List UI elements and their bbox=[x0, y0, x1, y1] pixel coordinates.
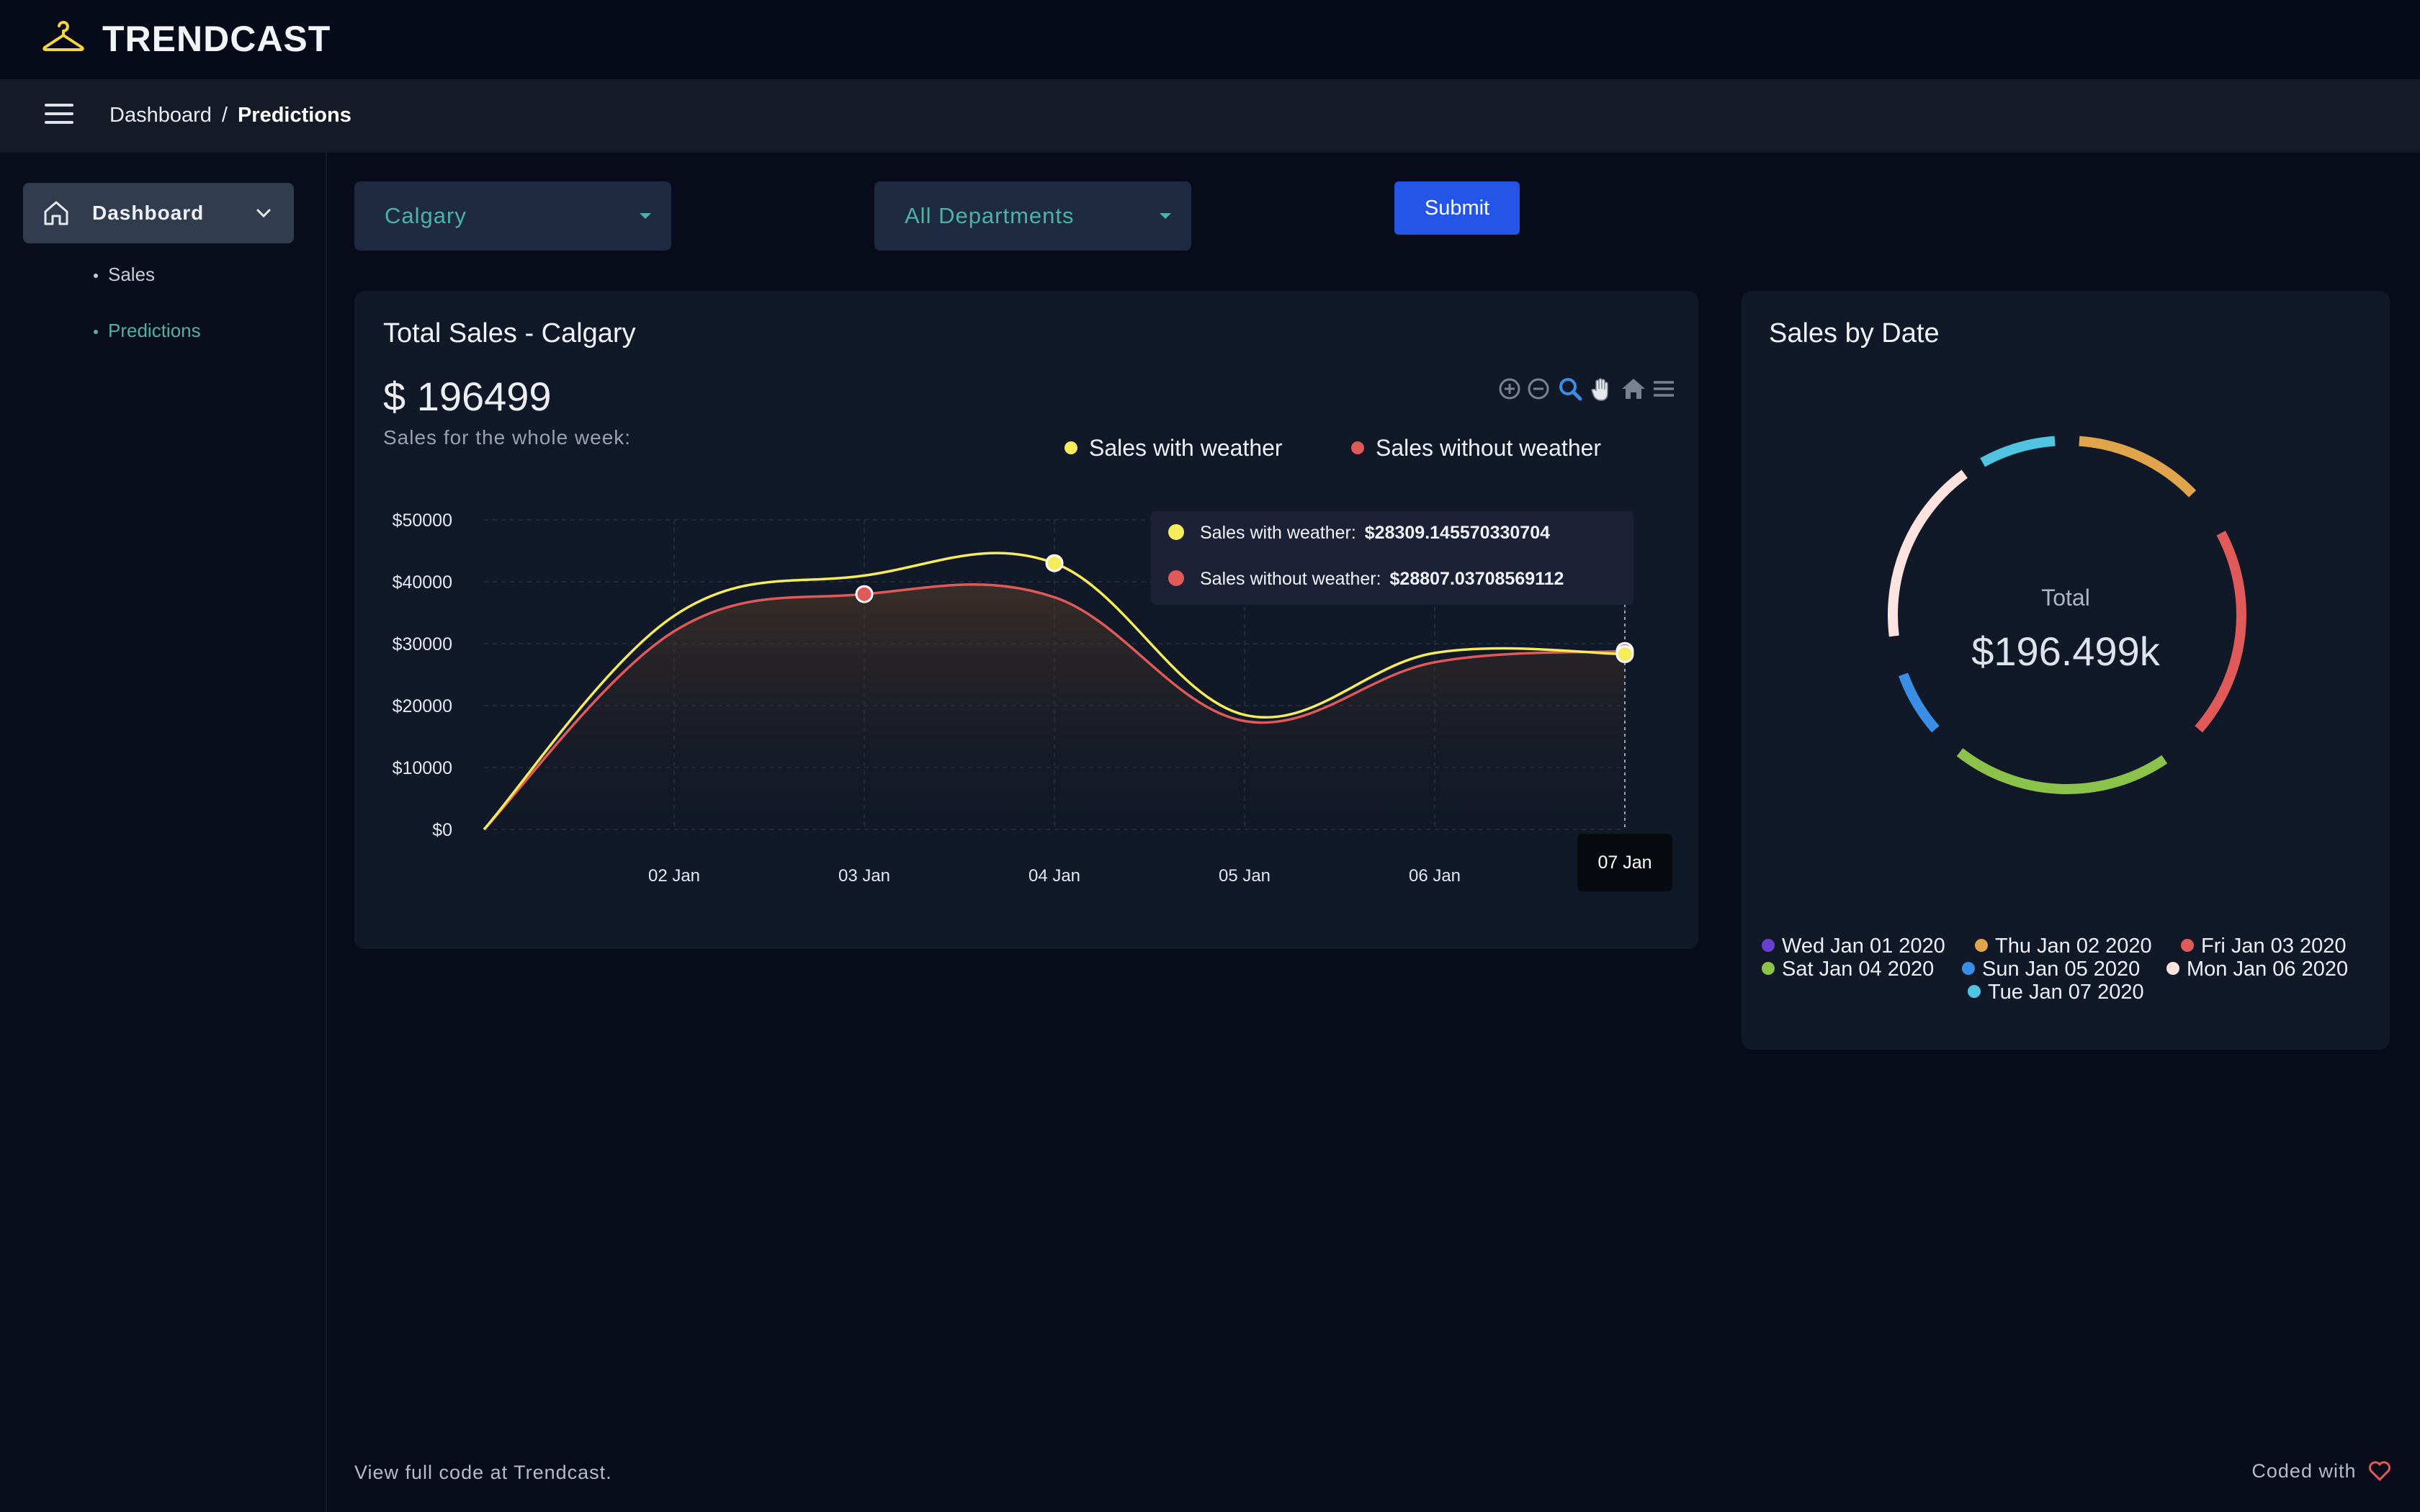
legend-dot-icon bbox=[2181, 939, 2194, 953]
legend-label: Mon Jan 06 2020 bbox=[2187, 958, 2349, 981]
donut-segment[interactable] bbox=[1899, 672, 1940, 733]
bullet-icon bbox=[94, 330, 98, 335]
x-hover-label-text: 07 Jan bbox=[1597, 852, 1652, 873]
sidebar-item-label: Predictions bbox=[108, 320, 201, 341]
x-tick-label: 06 Jan bbox=[1409, 866, 1461, 886]
tooltip-value: $28309.145570330704 bbox=[1364, 523, 1550, 543]
sidebar-item-label: Sales bbox=[108, 264, 156, 285]
legend-dot-icon bbox=[1762, 962, 1775, 976]
donut-segment[interactable] bbox=[1888, 469, 1968, 637]
legend-label: Wed Jan 01 2020 bbox=[1782, 935, 1945, 958]
sales-by-date-card: Sales by Date Total $196.499k Wed Jan 01… bbox=[1742, 291, 2390, 1050]
total-sales-card: Total Sales - Calgary $ 196499 Sales for… bbox=[354, 291, 1698, 949]
footer-credit: Coded with bbox=[2251, 1460, 2391, 1483]
sidebar-item-label: Dashboard bbox=[92, 202, 205, 224]
legend-label: Fri Jan 03 2020 bbox=[2201, 935, 2347, 958]
tooltip-row-without-weather: Sales without weather: $28807.03708569112 bbox=[1168, 569, 1564, 590]
y-tick-label: $0 bbox=[432, 820, 452, 840]
data-point-marker bbox=[1615, 645, 1634, 664]
sub-header: Dashboard / Predictions bbox=[0, 79, 2420, 153]
donut-center-value: $196.499k bbox=[1971, 629, 2160, 674]
donut-legend-item[interactable]: Thu Jan 02 2020 bbox=[1975, 935, 2152, 958]
y-tick-label: $10000 bbox=[393, 758, 452, 778]
footer-credit-text: Coded with bbox=[2251, 1460, 2357, 1482]
tooltip-dot-icon bbox=[1168, 524, 1184, 541]
footer-code-link[interactable]: View full code at Trendcast. bbox=[354, 1462, 612, 1484]
breadcrumb: Dashboard / Predictions bbox=[109, 104, 351, 127]
breadcrumb-separator: / bbox=[221, 104, 228, 127]
legend-dot-icon bbox=[1962, 962, 1975, 976]
y-tick-label: $30000 bbox=[393, 634, 452, 654]
chevron-down-icon[interactable] bbox=[255, 204, 272, 222]
legend-label: Sun Jan 05 2020 bbox=[1982, 958, 2141, 981]
y-tick-label: $50000 bbox=[393, 510, 452, 531]
bullet-icon bbox=[94, 274, 98, 279]
app-name: TRENDCAST bbox=[102, 19, 331, 59]
donut-legend-item[interactable]: Tue Jan 07 2020 bbox=[1968, 981, 2144, 1004]
breadcrumb-current: Predictions bbox=[237, 104, 351, 127]
donut-legend-item[interactable]: Sun Jan 05 2020 bbox=[1962, 958, 2140, 981]
home-icon bbox=[44, 201, 68, 225]
sales-donut-chart[interactable] bbox=[1742, 291, 2390, 795]
breadcrumb-dashboard[interactable]: Dashboard bbox=[109, 104, 212, 127]
department-select[interactable]: All Departments bbox=[874, 181, 1191, 251]
department-select-value: All Departments bbox=[905, 203, 1075, 228]
x-hover-label: 07 Jan bbox=[1577, 834, 1672, 891]
submit-button[interactable]: Submit bbox=[1394, 181, 1520, 235]
chart-tooltip: Sales with weather: $28309.145570330704 S… bbox=[1151, 511, 1634, 605]
y-tick-label: $40000 bbox=[393, 572, 452, 593]
tooltip-row-with-weather: Sales with weather: $28309.145570330704 bbox=[1168, 523, 1550, 544]
caret-down-icon bbox=[1160, 213, 1171, 219]
x-tick-label: 05 Jan bbox=[1219, 866, 1270, 886]
donut-segment[interactable] bbox=[1956, 748, 2168, 794]
city-select[interactable]: Calgary bbox=[354, 181, 671, 251]
tooltip-dot-icon bbox=[1168, 570, 1184, 587]
legend-dot-icon bbox=[1762, 939, 1775, 953]
donut-segment[interactable] bbox=[1980, 436, 2056, 467]
hanger-logo-icon bbox=[42, 21, 84, 51]
sales-area-fill bbox=[484, 584, 1625, 829]
x-tick-label: 02 Jan bbox=[648, 866, 700, 886]
x-tick-label: 03 Jan bbox=[838, 866, 890, 886]
sidebar-item-predictions[interactable]: Predictions bbox=[94, 320, 201, 342]
legend-label: Thu Jan 02 2020 bbox=[1995, 935, 2152, 958]
legend-dot-icon bbox=[1975, 939, 1988, 953]
brand[interactable]: TRENDCAST bbox=[40, 16, 331, 62]
tooltip-label: Sales without weather: bbox=[1200, 569, 1381, 589]
donut-legend-item[interactable]: Fri Jan 03 2020 bbox=[2181, 935, 2347, 958]
sidebar: Dashboard Sales Predictions bbox=[0, 153, 327, 1512]
legend-dot-icon bbox=[1968, 985, 1981, 999]
donut-legend-item[interactable]: Sat Jan 04 2020 bbox=[1762, 958, 1934, 981]
donut-center-label: Total bbox=[2041, 585, 2090, 611]
x-tick-label: 04 Jan bbox=[1028, 866, 1080, 886]
top-bar: TRENDCAST bbox=[0, 0, 2420, 79]
data-point-marker bbox=[1045, 554, 1064, 572]
y-tick-label: $20000 bbox=[393, 696, 452, 716]
city-select-value: Calgary bbox=[385, 203, 467, 228]
hamburger-menu-icon[interactable] bbox=[45, 104, 73, 128]
sales-area-chart[interactable]: $50000 $40000 $30000 $20000 $10000 $0 02 Jan 0… bbox=[354, 291, 1698, 949]
caret-down-icon bbox=[640, 213, 651, 219]
legend-label: Tue Jan 07 2020 bbox=[1988, 981, 2144, 1004]
legend-label: Sat Jan 04 2020 bbox=[1782, 958, 1935, 981]
sidebar-item-sales[interactable]: Sales bbox=[94, 264, 155, 286]
data-point-marker bbox=[855, 585, 874, 603]
donut-segment[interactable] bbox=[2079, 436, 2197, 498]
donut-legend-item[interactable]: Mon Jan 06 2020 bbox=[2166, 958, 2348, 981]
tooltip-value: $28807.03708569112 bbox=[1389, 569, 1564, 589]
heart-icon bbox=[2369, 1461, 2390, 1481]
tooltip-label: Sales with weather: bbox=[1200, 523, 1356, 543]
donut-legend-item[interactable]: Wed Jan 01 2020 bbox=[1762, 935, 1945, 958]
legend-dot-icon bbox=[2166, 962, 2179, 976]
sidebar-item-dashboard[interactable]: Dashboard bbox=[23, 183, 294, 243]
